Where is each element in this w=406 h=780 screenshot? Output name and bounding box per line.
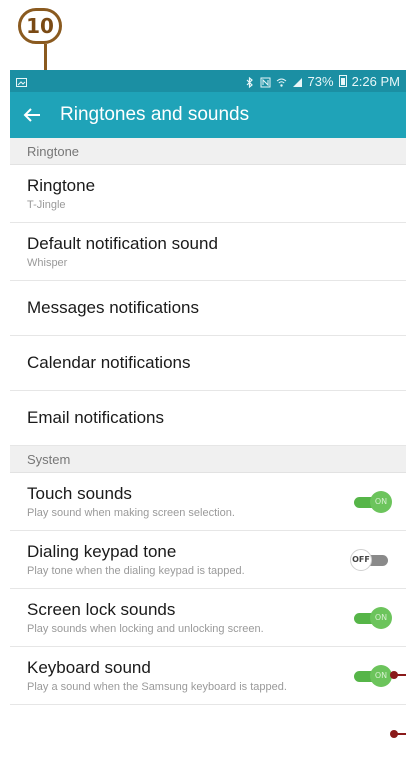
wifi-icon [276, 76, 287, 87]
setting-title: Screen lock sounds [27, 600, 176, 619]
back-arrow-icon[interactable] [20, 103, 44, 127]
section-header-system: System [10, 446, 406, 473]
setting-title: Messages notifications [27, 298, 199, 317]
setting-dialing-keypad-tone[interactable]: Dialing keypad tone Play tone when the d… [10, 531, 406, 589]
setting-title: Ringtone [27, 176, 96, 195]
toggle-knob: ON [370, 606, 392, 629]
step-callout: 10 [8, 4, 62, 102]
gallery-notification-icon [16, 76, 27, 87]
setting-description: Play sounds when locking and unlocking s… [27, 623, 264, 635]
setting-title: Email notifications [27, 408, 165, 427]
setting-calendar-notifications[interactable]: Calendar notifications [10, 336, 406, 391]
setting-keyboard-sound[interactable]: Keyboard sound Play a sound when the Sam… [10, 647, 406, 705]
setting-title: Touch sounds [27, 484, 132, 503]
setting-touch-sounds[interactable]: Touch sounds Play sound when making scre… [10, 473, 406, 531]
screen-lock-sounds-toggle[interactable]: ON [354, 606, 392, 630]
toggle-knob: OFF [350, 548, 372, 571]
setting-value: T-Jingle [27, 199, 66, 211]
setting-title: Default notification sound [27, 234, 218, 253]
setting-ringtone[interactable]: Ringtone T-Jingle [10, 165, 406, 223]
toggle-knob: ON [370, 490, 392, 513]
nfc-icon [260, 76, 271, 87]
section-header-ringtone: Ringtone [10, 138, 406, 165]
phone-screen: 73% 2:26 PM Ringtones and sounds Rington… [10, 70, 406, 780]
toggle-knob: ON [370, 664, 392, 687]
signal-icon [292, 76, 303, 87]
setting-description: Play tone when the dialing keypad is tap… [27, 565, 245, 577]
battery-icon [338, 75, 347, 87]
app-bar: Ringtones and sounds [10, 92, 406, 138]
touch-sounds-toggle[interactable]: ON [354, 490, 392, 514]
setting-description: Play a sound when the Samsung keyboard i… [27, 681, 287, 693]
dialing-keypad-tone-toggle[interactable]: OFF [350, 548, 390, 572]
page-title: Ringtones and sounds [60, 104, 250, 125]
setting-title: Keyboard sound [27, 658, 151, 677]
battery-percent: 73% [307, 73, 334, 89]
setting-email-notifications[interactable]: Email notifications [10, 391, 406, 446]
bluetooth-icon [244, 76, 255, 88]
setting-messages-notifications[interactable]: Messages notifications [10, 281, 406, 336]
callout-pointer-screen-lock [390, 671, 406, 679]
clock: 2:26 PM [351, 73, 400, 89]
setting-screen-lock-sounds[interactable]: Screen lock sounds Play sounds when lock… [10, 589, 406, 647]
step-number-badge: 10 [18, 8, 62, 44]
keyboard-sound-toggle[interactable]: ON [354, 664, 392, 688]
setting-description: Play sound when making screen selection. [27, 507, 235, 519]
setting-title: Calendar notifications [27, 353, 191, 372]
status-bar: 73% 2:26 PM [10, 70, 406, 92]
setting-default-notification-sound[interactable]: Default notification sound Whisper [10, 223, 406, 281]
callout-pointer-keyboard [390, 730, 406, 738]
setting-value: Whisper [27, 257, 68, 269]
setting-title: Dialing keypad tone [27, 542, 177, 561]
